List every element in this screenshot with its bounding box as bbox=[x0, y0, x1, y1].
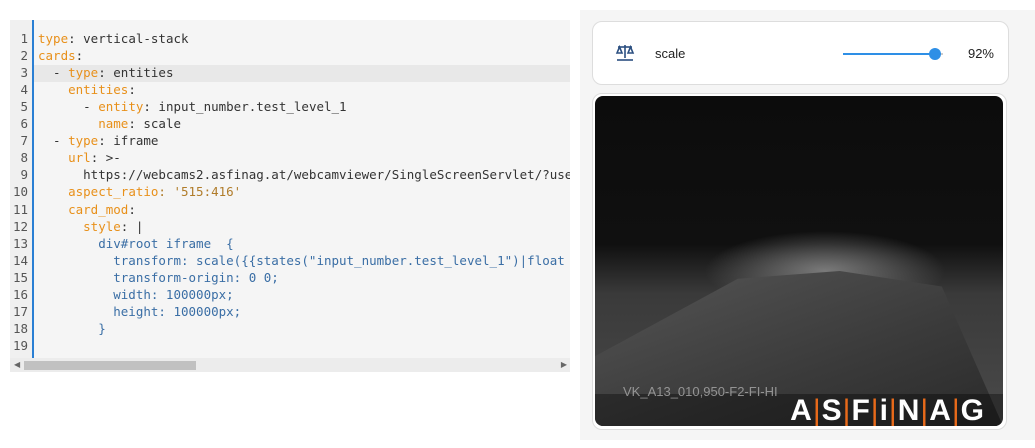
scroll-left-icon[interactable]: ◀ bbox=[14, 360, 20, 369]
dashboard-preview: scale 92% VK_A13_010,950-F2-FI-HI A|S|F|… bbox=[580, 10, 1035, 440]
code-line: } bbox=[38, 320, 106, 336]
line-number: 9 bbox=[20, 167, 28, 183]
line-number: 5 bbox=[20, 99, 28, 115]
line-number: 15 bbox=[12, 269, 28, 285]
line-number: 12 bbox=[12, 218, 28, 234]
code-line: - entity: input_number.test_level_1 bbox=[38, 99, 347, 115]
code-line: type: vertical-stack bbox=[38, 31, 189, 46]
scroll-right-icon[interactable]: ▶ bbox=[561, 360, 567, 369]
code-line: style: | bbox=[83, 218, 144, 234]
line-number-gutter: 1 2 3 4 5 6 7 8 9 10 11 12 13 14 15 16 17 18 19 bbox=[10, 20, 34, 358]
iframe-card: VK_A13_010,950-F2-FI-HI A|S|F|i|N|A|G bbox=[592, 93, 1007, 430]
line-number: 6 bbox=[20, 116, 28, 132]
horizontal-scrollbar[interactable]: ◀ ▶ bbox=[10, 358, 570, 372]
code-line: url: >- bbox=[68, 150, 121, 166]
line-number: 3 bbox=[20, 65, 28, 81]
line-number: 11 bbox=[12, 201, 28, 217]
line-number: 13 bbox=[12, 235, 28, 251]
code-line: height: 100000px; bbox=[38, 303, 242, 319]
code-line: name: scale bbox=[98, 116, 182, 132]
line-number: 17 bbox=[12, 303, 28, 319]
entity-name: scale bbox=[655, 46, 686, 61]
code-line: transform: scale({{states("input_number.… bbox=[113, 252, 565, 268]
code-line: transform-origin: 0 0; bbox=[38, 269, 279, 285]
code-line: card_mod: bbox=[68, 201, 136, 217]
code-line: - type: entities bbox=[38, 65, 174, 81]
code-line: width: 100000px; bbox=[38, 286, 234, 302]
slider-fill bbox=[843, 53, 935, 55]
line-number: 1 bbox=[20, 31, 28, 46]
asfinag-logo: A|S|F|i|N|A|G bbox=[790, 394, 985, 426]
code-line: aspect_ratio: '515:416' bbox=[68, 184, 242, 200]
scale-slider[interactable] bbox=[843, 48, 943, 60]
code-line: cards: bbox=[38, 48, 84, 64]
line-number: 2 bbox=[20, 48, 28, 64]
code-line: entities: bbox=[68, 82, 136, 98]
scrollbar-thumb[interactable] bbox=[24, 361, 196, 370]
code-line: - type: iframe bbox=[38, 133, 159, 149]
line-number: 10 bbox=[12, 184, 28, 200]
webcam-image[interactable]: VK_A13_010,950-F2-FI-HI A|S|F|i|N|A|G bbox=[595, 96, 1003, 426]
slider-knob[interactable] bbox=[929, 48, 941, 60]
code-line: https://webcams2.asfinag.at/webcamviewer… bbox=[83, 167, 570, 183]
line-number: 7 bbox=[20, 133, 28, 149]
camera-label: VK_A13_010,950-F2-FI-HI bbox=[623, 384, 778, 399]
scale-balance-icon bbox=[615, 44, 635, 61]
line-number: 8 bbox=[20, 150, 28, 166]
line-number: 4 bbox=[20, 82, 28, 98]
code-line: div#root iframe { bbox=[38, 235, 234, 251]
entity-value: 92% bbox=[967, 46, 994, 61]
line-number: 18 bbox=[12, 320, 28, 336]
entities-card: scale 92% bbox=[592, 21, 1009, 85]
line-number: 14 bbox=[12, 252, 28, 268]
yaml-code-editor[interactable]: 1 2 3 4 5 6 7 8 9 10 11 12 13 14 15 16 17 18 19 type: vert… bbox=[10, 20, 570, 372]
line-number: 16 bbox=[12, 286, 28, 302]
line-number: 19 bbox=[12, 337, 28, 353]
